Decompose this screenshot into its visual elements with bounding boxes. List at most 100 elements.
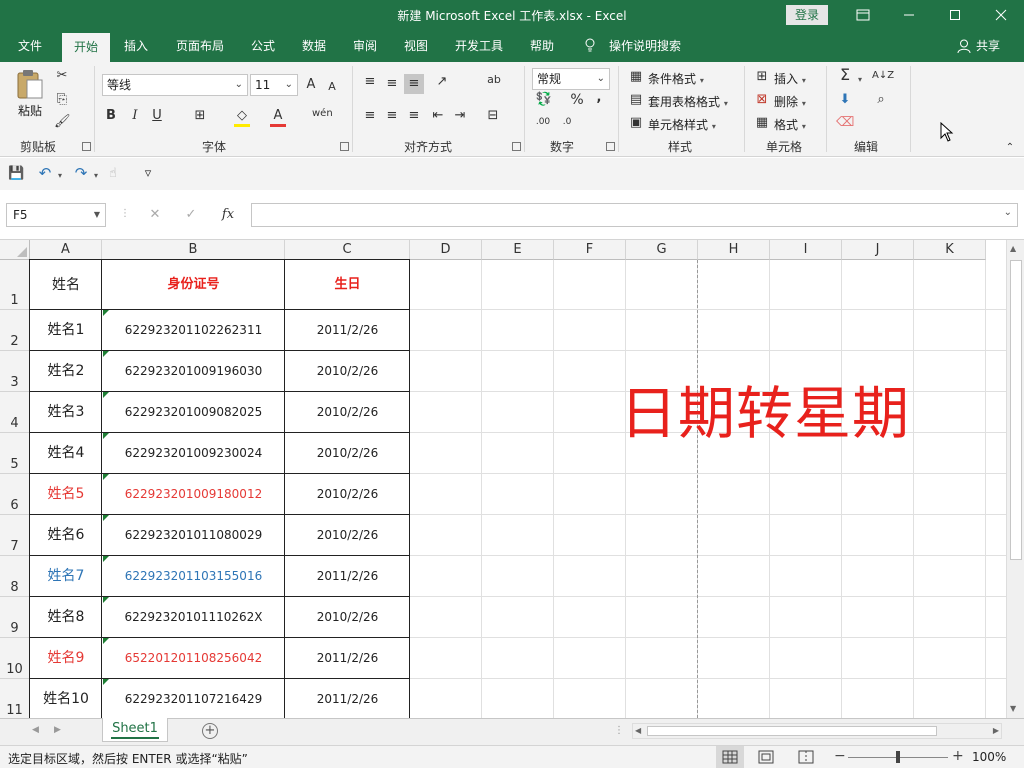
- cell-name[interactable]: 姓名10: [30, 679, 102, 718]
- cell-id-number[interactable]: 622923201009082025: [102, 392, 285, 433]
- format-as-table-button[interactable]: 套用表格格式 ▾: [648, 93, 728, 110]
- clipboard-launcher-icon[interactable]: [82, 142, 91, 151]
- scroll-left-icon[interactable]: ◀: [635, 726, 641, 735]
- add-sheet-icon[interactable]: +: [202, 723, 218, 739]
- cell-birthday[interactable]: 2010/2/26: [285, 515, 410, 556]
- row-header[interactable]: 1: [0, 260, 30, 310]
- zoom-out-icon[interactable]: −: [834, 748, 846, 764]
- cell-birthday[interactable]: 2010/2/26: [285, 433, 410, 474]
- cell-name[interactable]: 姓名8: [30, 597, 102, 638]
- format-table-icon[interactable]: ▤: [628, 92, 644, 108]
- cell-birthday[interactable]: 2010/2/26: [285, 392, 410, 433]
- row-header[interactable]: 7: [0, 515, 30, 556]
- font-color-icon[interactable]: A: [270, 108, 286, 127]
- column-header[interactable]: D: [410, 240, 482, 260]
- delete-cells-button[interactable]: 删除 ▾: [774, 93, 806, 110]
- touch-mode-icon[interactable]: ☝: [104, 166, 122, 182]
- fill-color-icon[interactable]: ◇: [234, 108, 250, 127]
- column-header[interactable]: G: [626, 240, 698, 260]
- row-header[interactable]: 3: [0, 351, 30, 392]
- cell-name[interactable]: 姓名9: [30, 638, 102, 679]
- italic-button[interactable]: I: [128, 108, 142, 124]
- tell-me-search[interactable]: 操作说明搜索: [609, 30, 681, 62]
- format-cells-button[interactable]: 格式 ▾: [774, 116, 806, 133]
- tab-view[interactable]: 视图: [404, 30, 428, 62]
- insert-function-icon[interactable]: fx: [220, 207, 236, 223]
- find-select-icon[interactable]: ⌕: [872, 92, 890, 108]
- confirm-entry-icon[interactable]: ✓: [184, 207, 198, 223]
- row-header[interactable]: 11: [0, 679, 30, 718]
- worksheet-grid[interactable]: ABCDEFGHIJK 1 2 3 4 5 6 7 8 9 10 11 姓名 身份证号 生日 姓名1 622…: [0, 240, 1006, 718]
- cell-id-number[interactable]: 622923201011080029: [102, 515, 285, 556]
- column-header[interactable]: C: [285, 240, 410, 260]
- zoom-level[interactable]: 100%: [972, 750, 1006, 764]
- column-header[interactable]: H: [698, 240, 770, 260]
- minimize-icon[interactable]: [886, 0, 932, 30]
- cell-id-number[interactable]: 622923201009196030: [102, 351, 285, 392]
- format-cells-icon[interactable]: ▦: [754, 115, 770, 131]
- row-header[interactable]: 2: [0, 310, 30, 351]
- font-size-select[interactable]: 11 ⌄: [250, 74, 298, 96]
- chevron-down-icon[interactable]: ▾: [856, 71, 864, 88]
- header-cell-birthday[interactable]: 生日: [285, 260, 410, 310]
- cell-name[interactable]: 姓名2: [30, 351, 102, 392]
- row-header[interactable]: 8: [0, 556, 30, 597]
- tab-developer[interactable]: 开发工具: [455, 30, 503, 62]
- tab-file[interactable]: 文件: [18, 30, 42, 62]
- tab-home[interactable]: 开始: [62, 33, 110, 62]
- cell-id-number[interactable]: 62292320101110262X: [102, 597, 285, 638]
- percent-button[interactable]: %: [570, 92, 584, 108]
- customize-qat-icon[interactable]: ▿: [142, 166, 154, 182]
- conditional-format-icon[interactable]: ▦: [628, 69, 644, 85]
- tab-formulas[interactable]: 公式: [251, 30, 275, 62]
- login-button[interactable]: 登录: [786, 5, 828, 25]
- cell-id-number[interactable]: 652201201108256042: [102, 638, 285, 679]
- header-cell-id[interactable]: 身份证号: [102, 260, 285, 310]
- align-right-icon[interactable]: ≡: [406, 108, 422, 124]
- cell-name[interactable]: 姓名1: [30, 310, 102, 351]
- align-center-icon[interactable]: ≡: [384, 108, 400, 124]
- cell-birthday[interactable]: 2011/2/26: [285, 310, 410, 351]
- cell-name[interactable]: 姓名7: [30, 556, 102, 597]
- maximize-icon[interactable]: [932, 0, 978, 30]
- cancel-entry-icon[interactable]: ✕: [148, 207, 162, 223]
- cell-id-number[interactable]: 622923201009230024: [102, 433, 285, 474]
- tab-help[interactable]: 帮助: [530, 30, 554, 62]
- align-middle-icon[interactable]: ≡: [384, 76, 400, 92]
- next-sheet-icon[interactable]: ▶: [54, 725, 61, 735]
- cut-icon[interactable]: ✂: [54, 68, 70, 84]
- horizontal-scrollbar[interactable]: ◀ ▶: [632, 723, 1002, 739]
- underline-button[interactable]: U: [150, 108, 164, 124]
- header-cell-name[interactable]: 姓名: [30, 260, 102, 310]
- cell-styles-icon[interactable]: ▣: [628, 115, 644, 131]
- row-header[interactable]: 10: [0, 638, 30, 679]
- align-top-icon[interactable]: ≡: [362, 74, 378, 90]
- row-header[interactable]: 5: [0, 433, 30, 474]
- cell-birthday[interactable]: 2010/2/26: [285, 597, 410, 638]
- zoom-slider-thumb[interactable]: [896, 751, 900, 763]
- insert-cells-icon[interactable]: ⊞: [754, 69, 770, 85]
- row-header[interactable]: 9: [0, 597, 30, 638]
- number-launcher-icon[interactable]: [606, 142, 615, 151]
- format-painter-icon[interactable]: 🖌: [54, 114, 71, 130]
- cell-birthday[interactable]: 2010/2/26: [285, 474, 410, 515]
- increase-decimal-icon[interactable]: .00: [534, 114, 552, 130]
- font-name-select[interactable]: 等线 ⌄: [102, 74, 248, 96]
- alignment-launcher-icon[interactable]: [512, 142, 521, 151]
- tab-page-layout[interactable]: 页面布局: [176, 30, 224, 62]
- accounting-format-icon[interactable]: 💱: [534, 92, 554, 108]
- formula-input[interactable]: ⌄: [251, 203, 1018, 227]
- normal-view-button[interactable]: [716, 746, 744, 768]
- cell-birthday[interactable]: 2011/2/26: [285, 679, 410, 718]
- prev-sheet-icon[interactable]: ◀: [32, 725, 39, 735]
- select-all-corner[interactable]: [0, 240, 30, 260]
- undo-icon[interactable]: ↶: [36, 165, 54, 181]
- column-header[interactable]: J: [842, 240, 914, 260]
- cell-id-number[interactable]: 622923201103155016: [102, 556, 285, 597]
- cell-birthday[interactable]: 2010/2/26: [285, 351, 410, 392]
- chevron-down-icon[interactable]: ▾: [92, 167, 100, 184]
- chevron-down-icon[interactable]: ▾: [56, 167, 64, 184]
- column-header[interactable]: K: [914, 240, 986, 260]
- column-header[interactable]: E: [482, 240, 554, 260]
- scroll-up-icon[interactable]: ▲: [1010, 244, 1016, 253]
